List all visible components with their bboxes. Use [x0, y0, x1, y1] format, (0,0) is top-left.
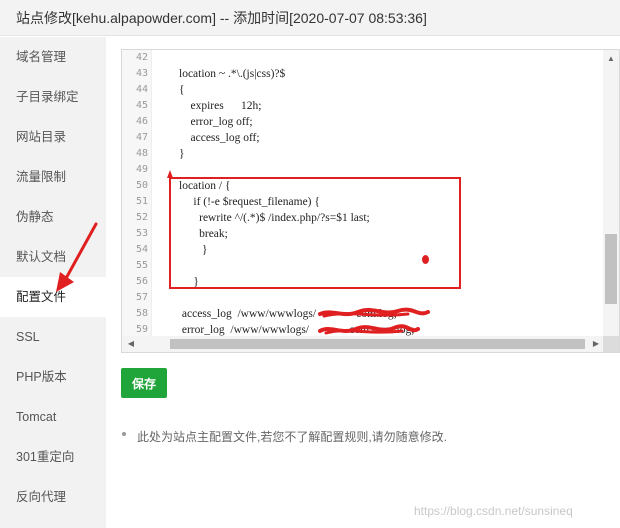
sidebar-item-301-redirect[interactable]: 301重定向: [0, 437, 106, 477]
code-line: }: [179, 148, 185, 160]
line-number: 51: [135, 196, 148, 207]
code-line: }: [179, 276, 199, 288]
line-number: 57: [135, 292, 148, 303]
sidebar-item-default-document[interactable]: 默认文档: [0, 237, 106, 277]
line-number: 52: [135, 212, 148, 223]
line-number: 42: [135, 52, 148, 63]
horizontal-scrollbar[interactable]: ◀ ▶: [122, 336, 605, 352]
vertical-scrollbar[interactable]: ▲: [603, 50, 619, 336]
code-line: error_log /www/wwwlogs/ com.error.log;: [179, 324, 415, 336]
line-number-gutter: 42 43 44 45 46 47 48 49 50 51 52 53 54 5…: [122, 50, 152, 336]
window-titlebar: 站点修改[kehu.alpapowder.com] -- 添加时间[2020-0…: [0, 0, 620, 36]
code-line: if (!-e $request_filename) {: [179, 196, 320, 208]
code-line: expires 12h;: [179, 100, 262, 112]
sidebar-item-rewrite[interactable]: 伪静态: [0, 197, 106, 237]
annotation-dot: [422, 255, 429, 264]
horizontal-scroll-thumb[interactable]: [170, 339, 585, 349]
watermark: https://blog.csdn.net/sunsineq: [414, 504, 573, 518]
scroll-up-arrow-icon[interactable]: ▲: [603, 52, 619, 66]
code-line: location ~ .*\.(js|css)?$: [179, 68, 286, 80]
sidebar-item-ssl[interactable]: SSL: [0, 317, 106, 357]
code-line: access_log off;: [179, 132, 260, 144]
sidebar-item-reverse-proxy[interactable]: 反向代理: [0, 477, 106, 517]
line-number: 54: [135, 244, 148, 255]
line-number: 45: [135, 100, 148, 111]
config-hint-text: 此处为站点主配置文件,若您不了解配置规则,请勿随意修改.: [137, 430, 448, 444]
line-number: 48: [135, 148, 148, 159]
line-number: 44: [135, 84, 148, 95]
line-number: 59: [135, 324, 148, 335]
sidebar-item-php-version[interactable]: PHP版本: [0, 357, 106, 397]
vertical-scroll-thumb[interactable]: [605, 234, 617, 304]
code-line: {: [179, 84, 185, 96]
sidebar-item-config-file[interactable]: 配置文件: [0, 277, 106, 317]
sidebar: 域名管理 子目录绑定 网站目录 流量限制 伪静态 默认文档 配置文件 SSL P…: [0, 37, 106, 528]
scrollbar-corner: [603, 336, 619, 352]
hint-bullet: [122, 432, 126, 436]
line-number: 56: [135, 276, 148, 287]
scroll-right-arrow-icon[interactable]: ▶: [589, 337, 603, 351]
line-number: 55: [135, 260, 148, 271]
sidebar-item-subdirectory[interactable]: 子目录绑定: [0, 77, 106, 117]
line-number: 50: [135, 180, 148, 191]
save-button[interactable]: 保存: [121, 368, 167, 398]
line-number: 43: [135, 68, 148, 79]
sidebar-item-domain[interactable]: 域名管理: [0, 37, 106, 77]
line-number: 47: [135, 132, 148, 143]
sidebar-item-tomcat[interactable]: Tomcat: [0, 397, 106, 437]
code-line: break;: [179, 228, 228, 240]
code-line: rewrite ^/(.*)$ /index.php/?s=$1 last;: [179, 212, 370, 224]
line-number: 46: [135, 116, 148, 127]
scroll-left-arrow-icon[interactable]: ◀: [124, 337, 138, 351]
sidebar-item-site-directory[interactable]: 网站目录: [0, 117, 106, 157]
window-title: 站点修改[kehu.alpapowder.com] -- 添加时间[2020-0…: [16, 9, 427, 26]
code-line: error_log off;: [179, 116, 253, 128]
line-number: 49: [135, 164, 148, 175]
line-number: 53: [135, 228, 148, 239]
code-line: }: [179, 244, 208, 256]
code-line: location / {: [179, 180, 231, 192]
line-number: 58: [135, 308, 148, 319]
code-line: access_log /www/wwwlogs/ com.log;: [179, 308, 397, 320]
config-code-editor[interactable]: 42 43 44 45 46 47 48 49 50 51 52 53 54 5…: [121, 49, 620, 353]
sidebar-item-traffic-limit[interactable]: 流量限制: [0, 157, 106, 197]
